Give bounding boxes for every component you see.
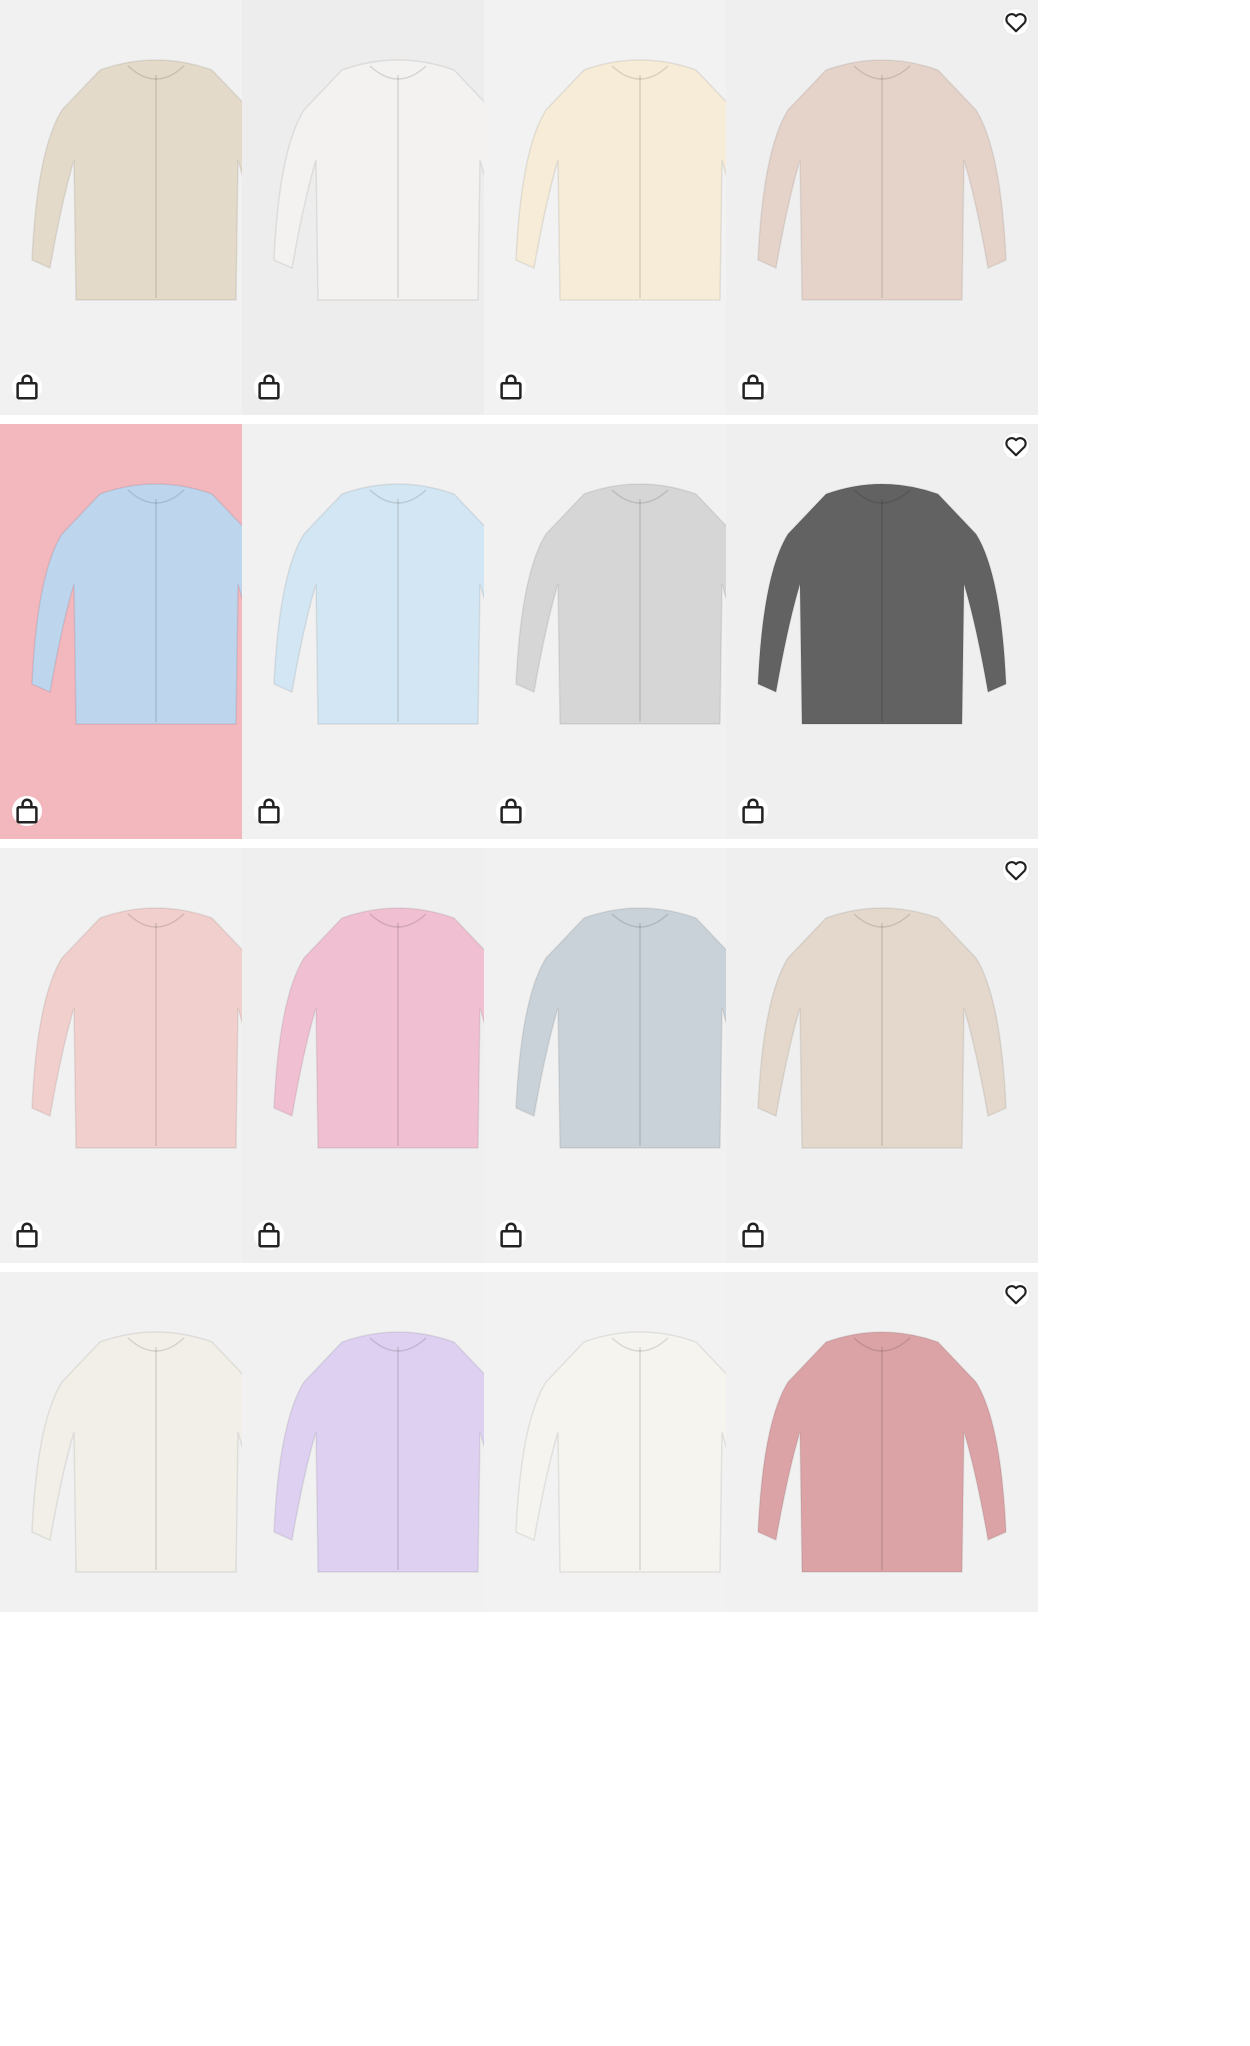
heart-outline-icon: [1005, 437, 1027, 457]
shopping-bag-icon: [258, 1222, 280, 1248]
favorite-button[interactable]: [1003, 857, 1029, 883]
add-to-cart-button[interactable]: [254, 372, 284, 402]
product-image[interactable]: [726, 1272, 1038, 1612]
heart-outline-icon: [1005, 1285, 1027, 1305]
favorite-button[interactable]: [1003, 9, 1029, 35]
product-image[interactable]: [726, 0, 1038, 415]
shopping-bag-icon: [258, 798, 280, 824]
favorite-button[interactable]: [1003, 1281, 1029, 1307]
shopping-bag-icon: [500, 1222, 522, 1248]
shopping-bag-icon: [742, 374, 764, 400]
add-to-cart-button[interactable]: [12, 796, 42, 826]
favorite-button[interactable]: [1003, 433, 1029, 459]
heart-outline-icon: [1005, 13, 1027, 33]
add-to-cart-button[interactable]: [496, 796, 526, 826]
add-to-cart-button[interactable]: [496, 1220, 526, 1250]
add-to-cart-button[interactable]: [12, 1220, 42, 1250]
add-to-cart-button[interactable]: [738, 796, 768, 826]
add-to-cart-button[interactable]: [12, 372, 42, 402]
shopping-bag-icon: [742, 798, 764, 824]
add-to-cart-button[interactable]: [496, 372, 526, 402]
add-to-cart-button[interactable]: [254, 796, 284, 826]
shopping-bag-icon: [16, 1222, 38, 1248]
product-image[interactable]: [726, 424, 1038, 839]
shopping-bag-icon: [16, 374, 38, 400]
add-to-cart-button[interactable]: [738, 372, 768, 402]
shopping-bag-icon: [258, 374, 280, 400]
shopping-bag-icon: [16, 798, 38, 824]
product-image[interactable]: [726, 848, 1038, 1263]
add-to-cart-button[interactable]: [738, 1220, 768, 1250]
shopping-bag-icon: [742, 1222, 764, 1248]
shopping-bag-icon: [500, 798, 522, 824]
heart-outline-icon: [1005, 861, 1027, 881]
add-to-cart-button[interactable]: [254, 1220, 284, 1250]
shopping-bag-icon: [500, 374, 522, 400]
